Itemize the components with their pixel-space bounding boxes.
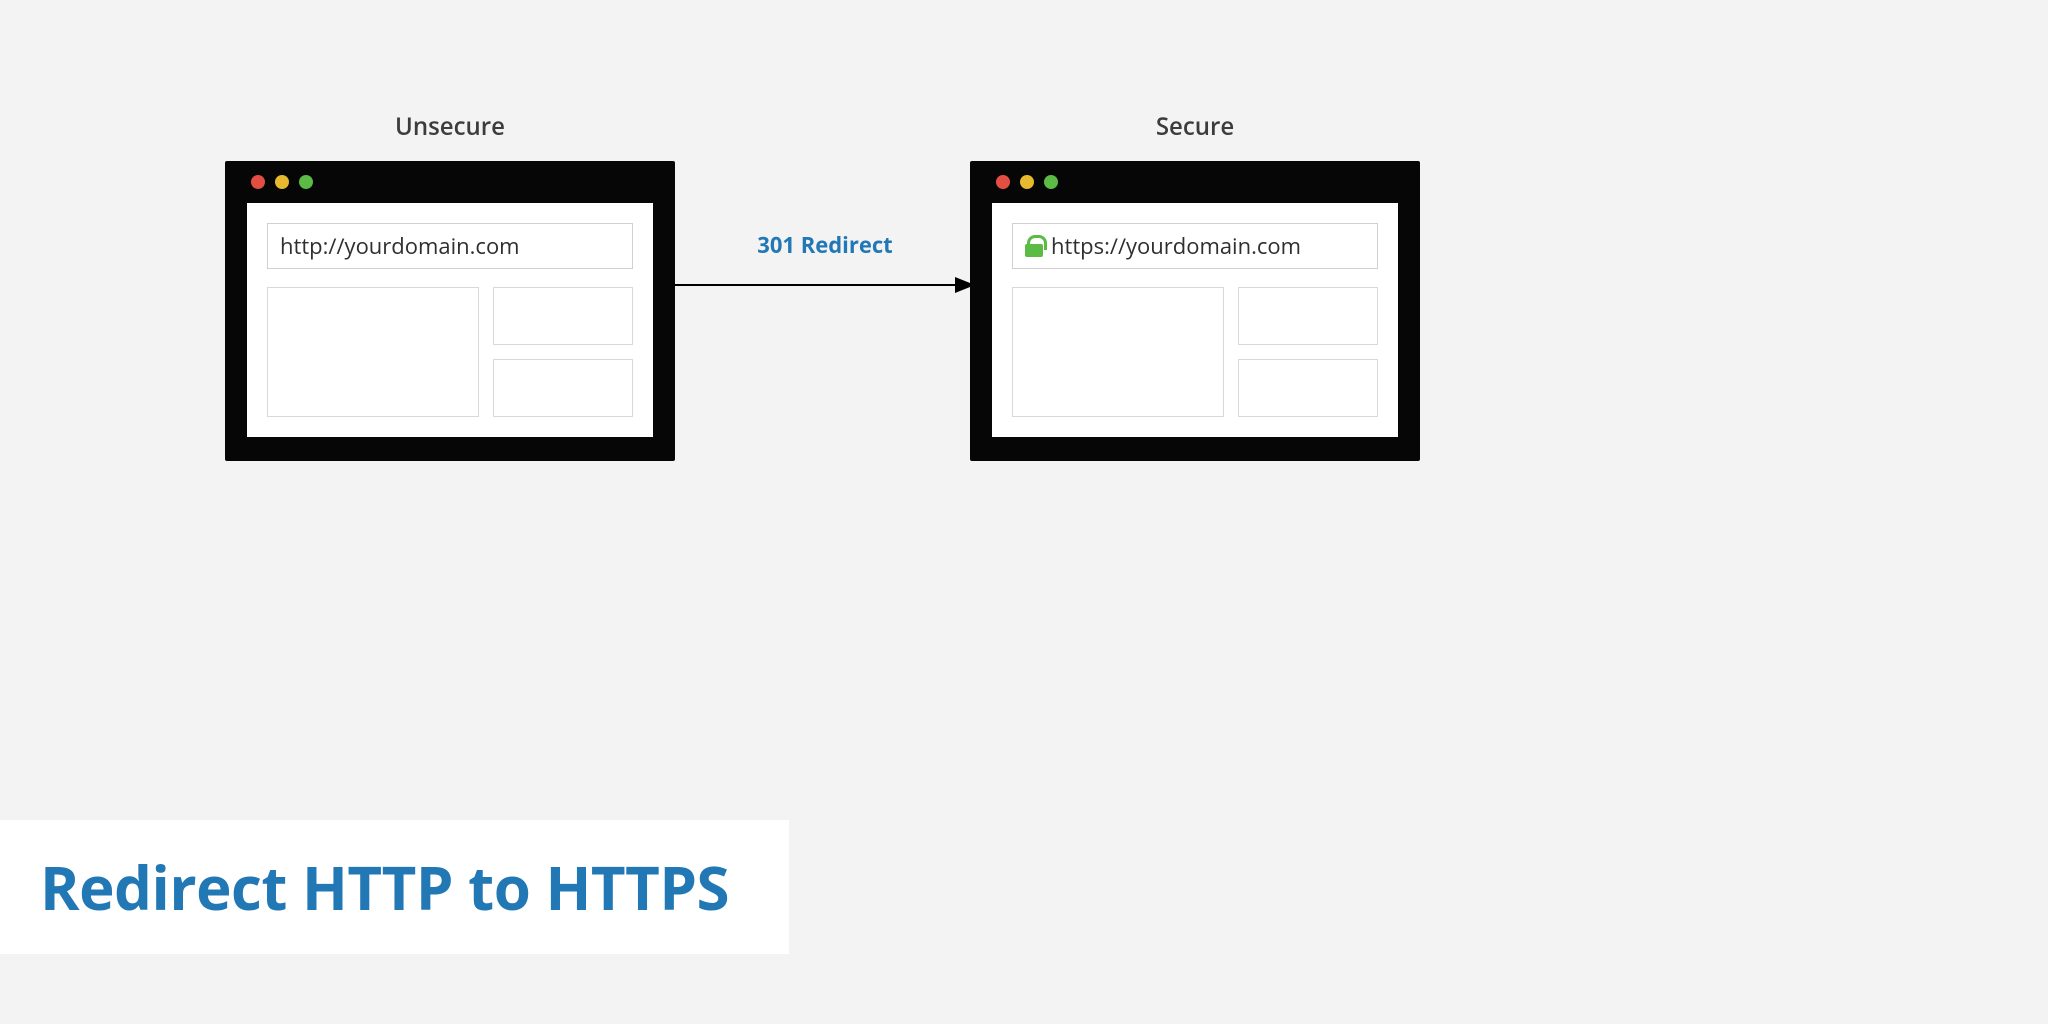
lock-icon bbox=[1025, 235, 1043, 257]
placeholder-block bbox=[1238, 287, 1378, 345]
traffic-light-yellow-icon bbox=[275, 175, 289, 189]
traffic-light-yellow-icon bbox=[1020, 175, 1034, 189]
redirect-label: 301 Redirect bbox=[660, 230, 990, 260]
traffic-light-red-icon bbox=[996, 175, 1010, 189]
viewport: https://yourdomain.com bbox=[992, 203, 1398, 437]
content-placeholder bbox=[1012, 287, 1378, 417]
placeholder-column bbox=[493, 287, 633, 417]
browser-frame-unsecure: http://yourdomain.com bbox=[225, 161, 675, 461]
address-bar: http://yourdomain.com bbox=[267, 223, 633, 269]
unsecure-window-group: Unsecure http://yourdomain.com bbox=[225, 110, 675, 461]
unsecure-label: Unsecure bbox=[225, 110, 675, 143]
traffic-light-red-icon bbox=[251, 175, 265, 189]
placeholder-block bbox=[1012, 287, 1224, 417]
viewport: http://yourdomain.com bbox=[247, 203, 653, 437]
placeholder-block bbox=[267, 287, 479, 417]
placeholder-block bbox=[493, 359, 633, 417]
titlebar bbox=[247, 161, 653, 203]
traffic-light-green-icon bbox=[1044, 175, 1058, 189]
content-placeholder bbox=[267, 287, 633, 417]
url-text: http://yourdomain.com bbox=[280, 231, 520, 261]
diagram-caption: Redirect HTTP to HTTPS bbox=[0, 820, 789, 954]
placeholder-column bbox=[1238, 287, 1378, 417]
placeholder-block bbox=[1238, 359, 1378, 417]
redirect-arrow-group: 301 Redirect bbox=[660, 230, 990, 300]
url-text: https://yourdomain.com bbox=[1051, 231, 1301, 261]
diagram-canvas: Unsecure http://yourdomain.com bbox=[0, 0, 2048, 1024]
titlebar bbox=[992, 161, 1398, 203]
placeholder-block bbox=[493, 287, 633, 345]
secure-window-group: Secure https://yourdomain.com bbox=[970, 110, 1420, 461]
arrow-right-icon bbox=[675, 270, 975, 300]
address-bar: https://yourdomain.com bbox=[1012, 223, 1378, 269]
browser-frame-secure: https://yourdomain.com bbox=[970, 161, 1420, 461]
traffic-light-green-icon bbox=[299, 175, 313, 189]
caption-text: Redirect HTTP to HTTPS bbox=[40, 846, 729, 928]
secure-label: Secure bbox=[970, 110, 1420, 143]
